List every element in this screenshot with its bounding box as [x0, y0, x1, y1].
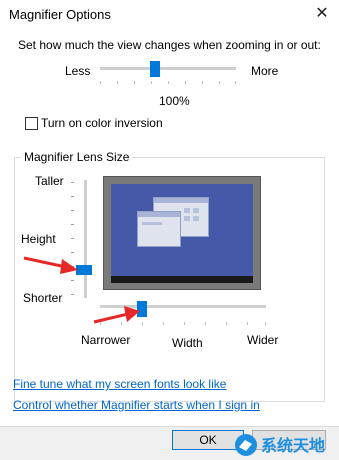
close-icon: ✕ [315, 5, 329, 22]
width-right-label: Wider [247, 333, 279, 347]
height-axis-label: Height [21, 232, 56, 246]
width-axis-label: Width [172, 336, 203, 350]
zoom-value: 100% [159, 94, 190, 108]
zoom-min-label: Less [65, 64, 91, 78]
lens-size-legend: Magnifier Lens Size [21, 150, 133, 164]
svg-text:系统天地: 系统天地 [261, 436, 325, 455]
zoom-prompt: Set how much the view changes when zoomi… [18, 38, 321, 52]
height-bottom-label: Shorter [23, 291, 63, 305]
lens-preview [103, 176, 261, 290]
preview-screen [111, 184, 253, 276]
annotation-arrow-height [23, 256, 78, 274]
width-left-label: Narrower [81, 333, 131, 347]
close-button[interactable]: ✕ [312, 3, 332, 25]
preview-taskbar [111, 276, 253, 283]
color-inversion-checkbox[interactable] [25, 117, 38, 130]
zoom-slider-thumb[interactable] [150, 61, 160, 77]
color-inversion-label[interactable]: Turn on color inversion [41, 116, 163, 130]
link-fine-tune-fonts[interactable]: Fine tune what my screen fonts look like [13, 377, 226, 391]
zoom-slider[interactable] [100, 61, 236, 85]
height-slider-track[interactable] [84, 180, 87, 298]
zoom-max-label: More [251, 64, 279, 78]
height-top-label: Taller [35, 174, 64, 188]
window-title: Magnifier Options [9, 7, 111, 22]
link-start-on-sign-in[interactable]: Control whether Magnifier starts when I … [13, 398, 260, 412]
site-watermark-logo: 系统天地 [235, 434, 325, 456]
annotation-arrow-width [93, 306, 140, 324]
zoom-slider-track [100, 67, 236, 70]
